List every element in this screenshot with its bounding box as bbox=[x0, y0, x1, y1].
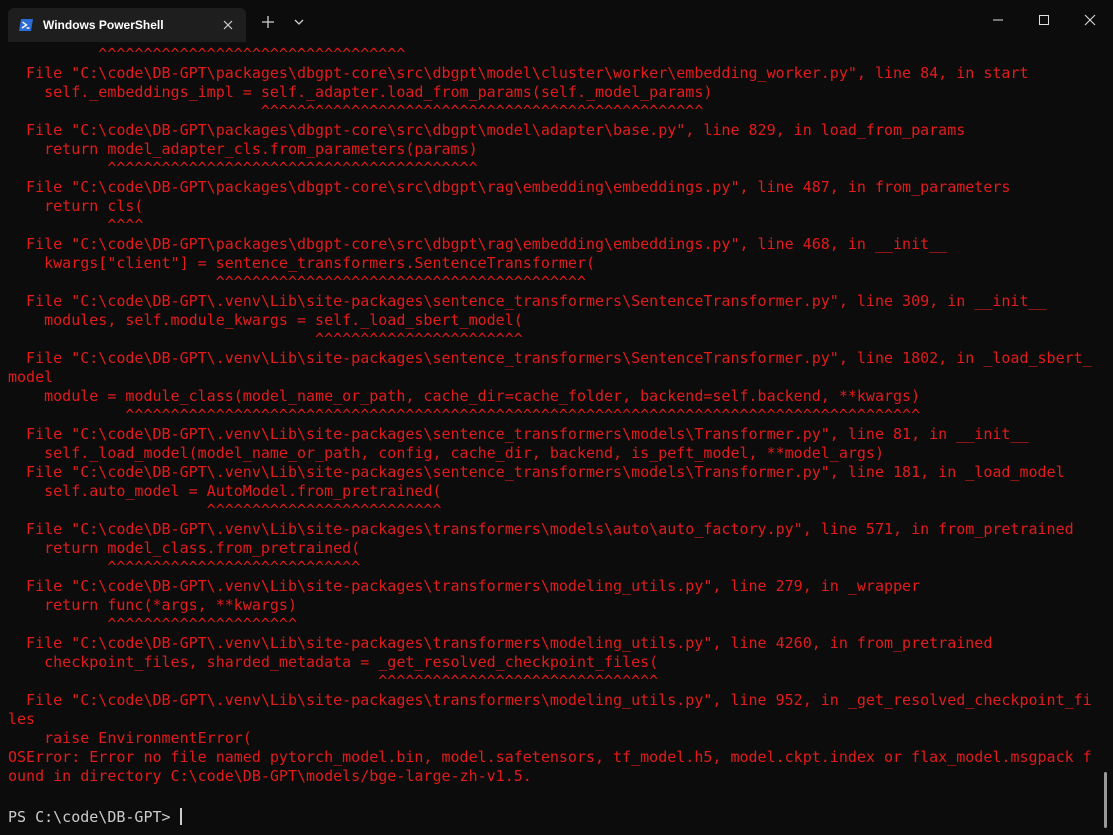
scrollbar-thumb[interactable] bbox=[1104, 772, 1107, 828]
terminal-output-area[interactable]: ^^^^^^^^^^^^^^^^^^^^^^^^^^^^^^^^^^ File … bbox=[0, 42, 1113, 835]
terminal-line: File "C:\code\DB-GPT\.venv\Lib\site-pack… bbox=[8, 691, 1092, 709]
terminal-line: self.auto_model = AutoModel.from_pretrai… bbox=[8, 482, 442, 500]
close-icon bbox=[1084, 14, 1096, 26]
terminal-line: ^^^^^^^^^^^^^^^^^^^^^^^^^^^^^^^^^^^^^^^^… bbox=[8, 159, 478, 177]
terminal-line: modules, self.module_kwargs = self._load… bbox=[8, 311, 523, 329]
terminal-line: les bbox=[8, 710, 36, 728]
terminal-line: File "C:\code\DB-GPT\.venv\Lib\site-pack… bbox=[8, 577, 921, 595]
close-tab-icon[interactable] bbox=[220, 17, 236, 33]
tab-title: Windows PowerShell bbox=[43, 18, 164, 32]
powershell-icon bbox=[19, 19, 33, 31]
terminal-line: kwargs["client"] = sentence_transformers… bbox=[8, 254, 595, 272]
new-tab-icon[interactable] bbox=[256, 10, 280, 34]
terminal-line: ^^^^^^^^^^^^^^^^^^^^^^^ bbox=[8, 330, 523, 348]
terminal-line: ^^^^^^^^^^^^^^^^^^^^^^^^^^^^^^^^^^^^^^^^… bbox=[8, 102, 704, 120]
terminal-line: File "C:\code\DB-GPT\.venv\Lib\site-pack… bbox=[8, 425, 1029, 443]
terminal-line: File "C:\code\DB-GPT\.venv\Lib\site-pack… bbox=[8, 292, 1047, 310]
terminal-line: model bbox=[8, 368, 54, 386]
terminal-window: Windows PowerShell ^^^^^^^^^^^^^^^^^^^^^… bbox=[0, 0, 1113, 835]
terminal-line: ound in directory C:\code\DB-GPT\models/… bbox=[8, 767, 532, 785]
maximize-button[interactable] bbox=[1021, 0, 1067, 40]
terminal-line: File "C:\code\DB-GPT\packages\dbgpt-core… bbox=[8, 235, 948, 253]
terminal-line: checkpoint_files, sharded_metadata = _ge… bbox=[8, 653, 659, 671]
terminal-line: File "C:\code\DB-GPT\.venv\Lib\site-pack… bbox=[8, 520, 1074, 538]
terminal-line: raise EnvironmentError( bbox=[8, 729, 252, 747]
text-cursor bbox=[179, 808, 182, 825]
close-window-button[interactable] bbox=[1067, 0, 1113, 40]
terminal-line: ^^^^^^^^^^^^^^^^^^^^^^^^^^^^ bbox=[8, 558, 361, 576]
terminal-line: ^^^^^^^^^^^^^^^^^^^^^^^^^^ bbox=[8, 501, 442, 519]
terminal-line: module = module_class(model_name_or_path… bbox=[8, 387, 921, 405]
terminal-line: OSError: Error no file named pytorch_mod… bbox=[8, 748, 1092, 766]
terminal-line: File "C:\code\DB-GPT\.venv\Lib\site-pack… bbox=[8, 349, 1092, 367]
terminal-line: File "C:\code\DB-GPT\packages\dbgpt-core… bbox=[8, 121, 966, 139]
terminal-line: return model_class.from_pretrained( bbox=[8, 539, 361, 557]
minimize-icon bbox=[993, 19, 1003, 21]
terminal-line: File "C:\code\DB-GPT\.venv\Lib\site-pack… bbox=[8, 463, 1065, 481]
terminal-line: ^^^^^^^^^^^^^^^^^^^^^^^^^^^^^^^^^^^^^^^^… bbox=[8, 406, 921, 424]
terminal-line: self._embeddings_impl = self._adapter.lo… bbox=[8, 83, 713, 101]
terminal-line: ^^^^ bbox=[8, 216, 144, 234]
terminal-line: return func(*args, **kwargs) bbox=[8, 596, 297, 614]
terminal-line: ^^^^^^^^^^^^^^^^^^^^^^^^^^^^^^^^^^ bbox=[8, 45, 406, 63]
tab-windows-powershell[interactable]: Windows PowerShell bbox=[8, 8, 246, 42]
chevron-down-icon[interactable] bbox=[288, 10, 310, 34]
terminal-line: File "C:\code\DB-GPT\packages\dbgpt-core… bbox=[8, 178, 1011, 196]
error-traceback: ^^^^^^^^^^^^^^^^^^^^^^^^^^^^^^^^^^ File … bbox=[8, 45, 1092, 786]
terminal-line: self._load_model(model_name_or_path, con… bbox=[8, 444, 884, 462]
minimize-button[interactable] bbox=[975, 0, 1021, 40]
terminal-line: return cls( bbox=[8, 197, 144, 215]
terminal-line: File "C:\code\DB-GPT\packages\dbgpt-core… bbox=[8, 64, 1029, 82]
terminal-line: File "C:\code\DB-GPT\.venv\Lib\site-pack… bbox=[8, 634, 993, 652]
terminal-line: ^^^^^^^^^^^^^^^^^^^^^^^^^^^^^^^^^^^^^^^^… bbox=[8, 273, 586, 291]
terminal-line: return model_adapter_cls.from_parameters… bbox=[8, 140, 478, 158]
title-bar: Windows PowerShell bbox=[0, 0, 1113, 42]
maximize-icon bbox=[1039, 15, 1049, 25]
terminal-line: ^^^^^^^^^^^^^^^^^^^^^ bbox=[8, 615, 297, 633]
terminal-line: ^^^^^^^^^^^^^^^^^^^^^^^^^^^^^^^ bbox=[8, 672, 659, 690]
command-prompt[interactable]: PS C:\code\DB-GPT> bbox=[8, 808, 182, 827]
prompt-text: PS C:\code\DB-GPT> bbox=[8, 808, 171, 826]
